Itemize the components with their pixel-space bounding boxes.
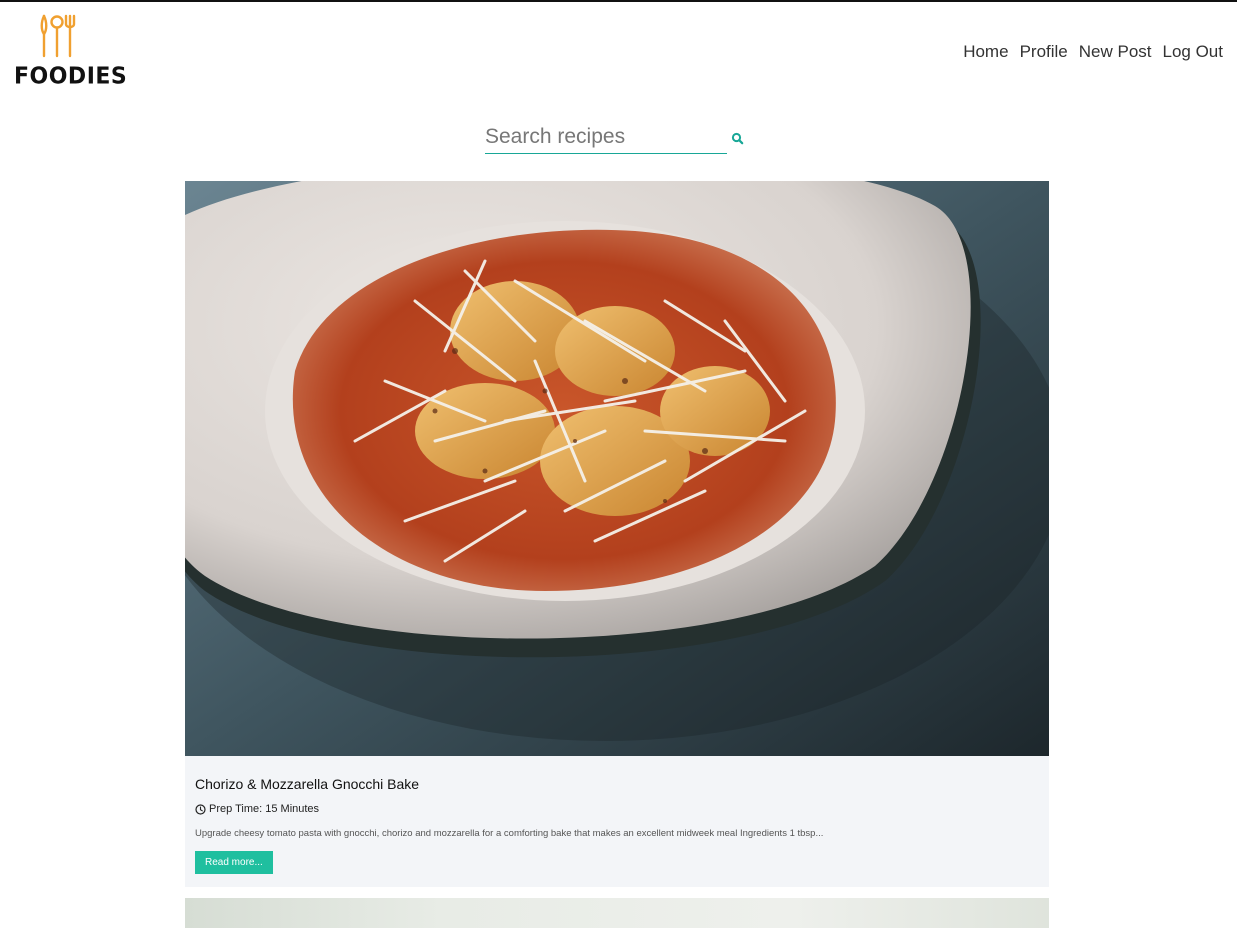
recipe-title[interactable]: Chorizo & Mozzarella Gnocchi Bake <box>195 776 1039 792</box>
brand-name: FOODIES <box>14 63 128 90</box>
prep-time-text: Prep Time: 15 Minutes <box>209 803 320 815</box>
nav-home-link[interactable]: Home <box>963 42 1008 62</box>
read-more-button[interactable]: Read more... <box>195 851 273 874</box>
nav-logout-link[interactable]: Log Out <box>1163 42 1224 62</box>
recipe-description: Upgrade cheesy tomato pasta with gnocchi… <box>195 828 824 839</box>
cutlery-icon <box>40 14 76 58</box>
recipe-prep-time: Prep Time: 15 Minutes <box>195 803 1039 815</box>
clock-icon <box>195 803 206 815</box>
recipe-card-body: Chorizo & Mozzarella Gnocchi Bake Prep T… <box>195 756 1039 874</box>
main-nav: Home Profile New Post Log Out <box>963 42 1223 62</box>
brand-logo[interactable]: FOODIES <box>14 14 128 90</box>
search-icon[interactable] <box>731 132 745 146</box>
search-field-wrapper <box>485 122 727 154</box>
nav-profile-link[interactable]: Profile <box>1020 42 1068 62</box>
nav-new-post-link[interactable]: New Post <box>1079 42 1152 62</box>
search-input[interactable] <box>485 122 725 152</box>
search-bar <box>485 122 747 154</box>
recipe-card: Chorizo & Mozzarella Gnocchi Bake Prep T… <box>185 181 1049 887</box>
recipe-image[interactable] <box>185 181 1049 756</box>
next-recipe-card[interactable] <box>185 898 1049 928</box>
